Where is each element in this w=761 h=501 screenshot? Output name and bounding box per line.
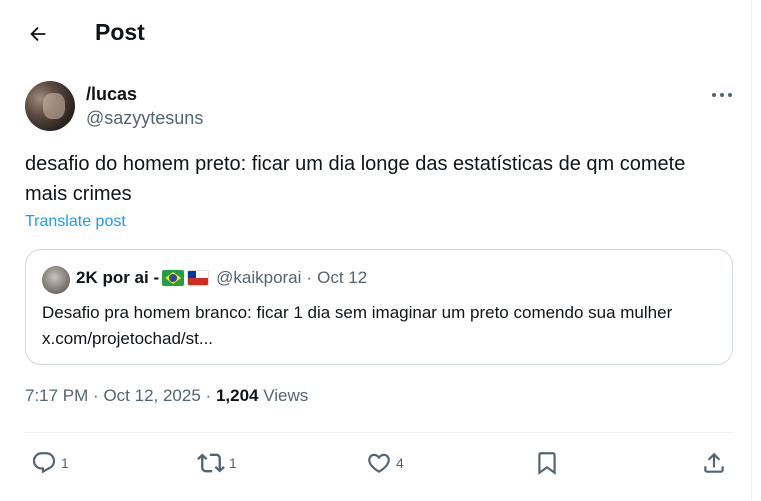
like-icon — [366, 450, 392, 476]
reply-button[interactable]: 1 — [31, 446, 69, 480]
more-options-button[interactable] — [709, 84, 735, 106]
repost-button[interactable]: 1 — [197, 446, 237, 480]
author-handle[interactable]: @sazyytesuns — [86, 108, 203, 129]
more-icon — [711, 92, 733, 98]
quoted-separator: · — [306, 268, 313, 287]
back-button[interactable] — [22, 18, 54, 50]
reply-count: 1 — [61, 455, 69, 471]
quoted-post-header: 2K por ai - @kaikporai · Oct 12 — [76, 268, 367, 288]
like-button[interactable]: 4 — [366, 446, 404, 480]
author-display-name[interactable]: /lucas — [86, 84, 137, 105]
quoted-avatar — [42, 266, 70, 294]
quoted-display-name: 2K por ai - — [76, 268, 160, 287]
chile-flag-icon — [187, 270, 210, 286]
quoted-handle: @kaikporai — [216, 268, 302, 287]
reply-icon — [31, 450, 57, 476]
repost-count: 1 — [229, 455, 237, 471]
post-date[interactable]: Oct 12, 2025 — [103, 386, 200, 405]
bookmark-icon — [534, 450, 560, 476]
views-count: 1,204 — [215, 386, 259, 405]
translate-post-link[interactable]: Translate post — [25, 213, 126, 231]
quoted-text: Desafio pra homem branco: ficar 1 dia se… — [42, 303, 673, 348]
brazil-flag-icon — [162, 270, 185, 286]
arrow-left-icon — [27, 23, 49, 45]
top-bar: Post — [0, 0, 752, 66]
divider — [25, 432, 733, 433]
post-author: /lucas @sazyytesuns — [25, 80, 735, 134]
like-count: 4 — [396, 455, 404, 471]
page-title: Post — [95, 19, 145, 45]
views-label: Views — [263, 386, 309, 405]
action-bar: 1 1 4 — [0, 446, 752, 480]
avatar[interactable] — [25, 81, 75, 131]
bookmark-button[interactable] — [534, 446, 560, 480]
post-text: desafio do homem preto: ficar um dia lon… — [25, 153, 686, 205]
share-icon — [701, 450, 727, 476]
quoted-post[interactable]: 2K por ai - @kaikporai · Oct 12 Desafio … — [25, 249, 733, 365]
meta-separator: · — [93, 386, 99, 405]
share-button[interactable] — [701, 446, 727, 480]
repost-icon — [197, 449, 225, 477]
post-meta: 7:17 PM · Oct 12, 2025 · 1,204 Views — [25, 386, 308, 406]
meta-separator: · — [205, 386, 212, 405]
post-detail-view: Post /lucas @sazyytesuns desafio do home… — [0, 0, 752, 501]
post-time[interactable]: 7:17 PM — [25, 386, 88, 405]
quoted-date: Oct 12 — [317, 268, 368, 287]
